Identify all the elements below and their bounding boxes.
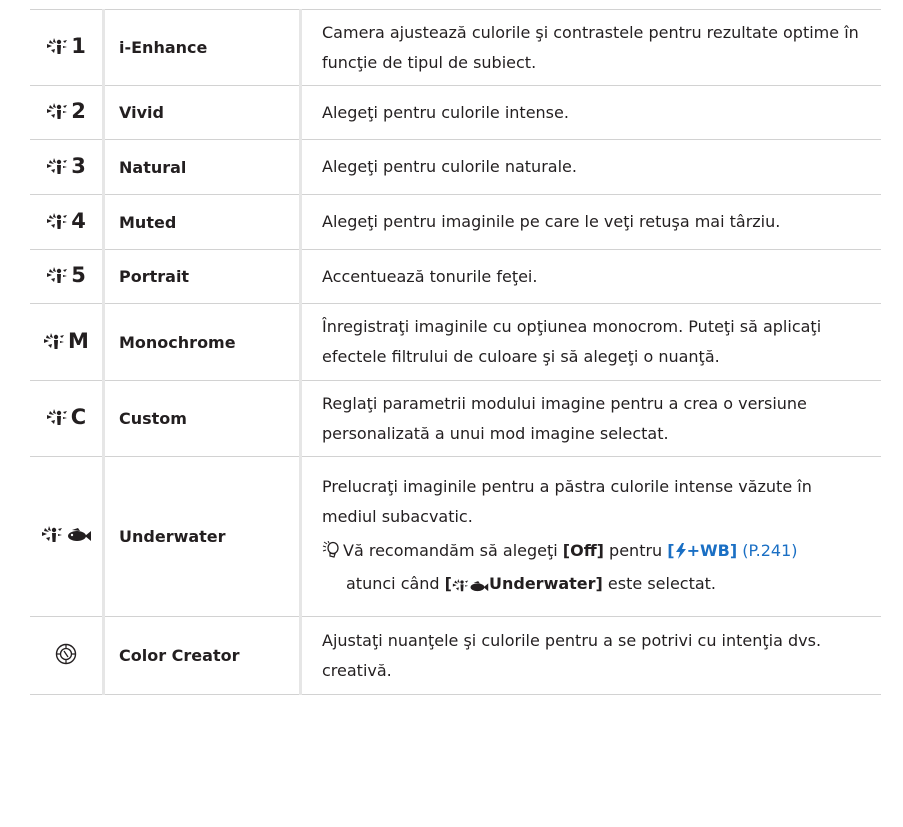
mode-description: Accentuează tonurile feţei.	[300, 249, 881, 304]
hint-note: Vă recomandăm să alegeţi [Off] pentru [+…	[322, 536, 871, 602]
picture-mode-underwater-icon	[41, 526, 92, 543]
page-reference-link[interactable]: (P.241)	[742, 541, 797, 560]
picture-mode-icon: 2	[46, 101, 86, 122]
table-row: 2 Vivid Alegeţi pentru culorile intense.	[30, 85, 881, 140]
mode-description: Reglaţi parametrii modului imagine pentr…	[300, 380, 881, 457]
table-row: 3 Natural Alegeţi pentru culorile natura…	[30, 139, 881, 195]
hint-text: Vă recomandăm să alegeţi	[343, 540, 563, 560]
flash-wb-setting: [+WB]	[667, 541, 737, 560]
mode-description: Înregistraţi imaginile cu opţiunea monoc…	[300, 303, 881, 381]
picture-mode-table: 1 i-Enhance Camera ajustează culorile şi…	[30, 9, 881, 695]
hint-text: pentru	[603, 540, 668, 560]
icon-cell: M	[30, 303, 105, 381]
table-row: 5 Portrait Accentuează tonurile feţei.	[30, 249, 881, 304]
icon-cell	[30, 456, 105, 617]
underwater-option-label: [Underwater]	[445, 574, 603, 593]
icon-cell: 1	[30, 9, 105, 86]
mode-suffix: M	[68, 328, 89, 353]
icon-cell	[30, 616, 105, 695]
table-row: M Monochrome Înregistraţi imaginile cu o…	[30, 303, 881, 381]
mode-suffix: 5	[71, 263, 86, 287]
picture-mode-icon: C	[46, 407, 86, 428]
mode-name: Monochrome	[103, 303, 302, 381]
icon-cell: C	[30, 380, 105, 457]
icon-cell: 5	[30, 249, 105, 304]
picture-mode-icon: 3	[46, 153, 86, 178]
table-row: 4 Muted Alegeţi pentru imaginile pe care…	[30, 194, 881, 250]
mode-description: Prelucraţi imaginile pentru a păstra cul…	[322, 476, 812, 526]
picture-mode-icon: M	[43, 328, 89, 353]
mode-name: Natural	[103, 139, 302, 195]
hint-bulb-icon	[322, 539, 342, 569]
mode-description: Alegeţi pentru culorile intense.	[300, 85, 881, 140]
mode-description: Ajustaţi nuanţele şi culorile pentru a s…	[300, 616, 881, 695]
picture-mode-icon: 5	[46, 265, 86, 286]
icon-cell: 2	[30, 85, 105, 140]
mode-suffix: 4	[71, 208, 86, 233]
mode-suffix: 1	[71, 34, 86, 58]
mode-suffix: 2	[71, 99, 86, 123]
mode-name: Custom	[103, 380, 302, 457]
table-row: C Custom Reglaţi parametrii modului imag…	[30, 380, 881, 457]
mode-name: Portrait	[103, 249, 302, 304]
flash-icon	[675, 539, 687, 569]
color-creator-icon	[55, 643, 77, 665]
table-row: Color Creator Ajustaţi nuanţele şi culor…	[30, 616, 881, 695]
mode-suffix: C	[70, 405, 87, 429]
off-option-label: [Off]	[562, 540, 604, 560]
mode-name: Color Creator	[103, 616, 302, 695]
mode-description: Camera ajustează culorile şi contrastele…	[300, 9, 881, 86]
table-row: 1 i-Enhance Camera ajustează culorile şi…	[30, 9, 881, 86]
hint-continuation: atunci când [Underwater] este selectat.	[322, 569, 871, 602]
picture-mode-underwater-icon	[452, 572, 489, 602]
mode-description: Alegeţi pentru imaginile pe care le veţi…	[300, 194, 881, 250]
mode-name: Muted	[103, 194, 302, 250]
picture-mode-icon: 1	[46, 36, 86, 57]
mode-name: i-Enhance	[103, 9, 302, 86]
icon-cell: 4	[30, 194, 105, 250]
icon-cell: 3	[30, 139, 105, 195]
table-row: Underwater Prelucraţi imaginile pentru a…	[30, 456, 881, 617]
picture-mode-icon: 4	[46, 208, 86, 233]
mode-description: Alegeţi pentru culorile naturale.	[300, 139, 881, 195]
mode-name: Underwater	[103, 456, 302, 617]
mode-suffix: 3	[71, 153, 86, 178]
mode-description-cell: Prelucraţi imaginile pentru a păstra cul…	[300, 456, 881, 617]
mode-name: Vivid	[103, 85, 302, 140]
